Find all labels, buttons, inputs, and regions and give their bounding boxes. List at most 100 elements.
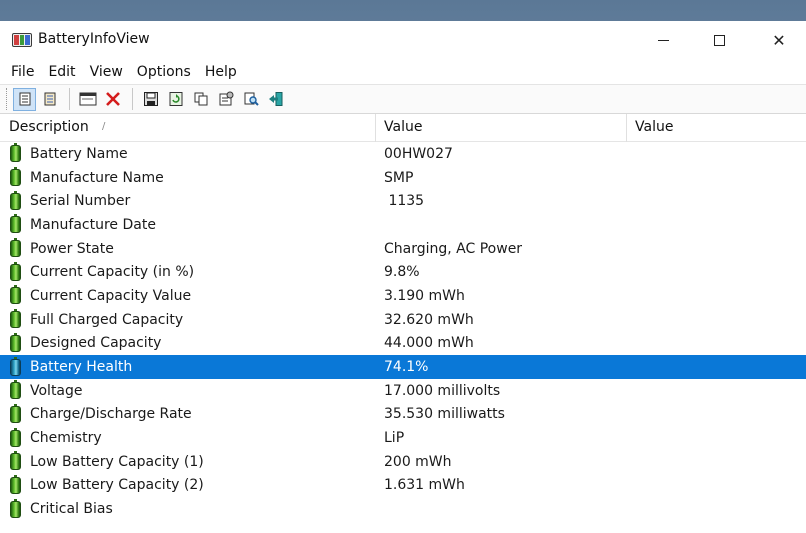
description-cell: Voltage bbox=[0, 380, 376, 400]
description-cell: Critical Bias bbox=[0, 498, 376, 518]
menu-options[interactable]: Options bbox=[130, 64, 198, 80]
value-cell: 44.000 mWh bbox=[384, 335, 474, 352]
value-cell: LiP bbox=[384, 430, 405, 447]
window-title: BatteryInfoView bbox=[38, 31, 150, 47]
description-cell: Charge/Discharge Rate bbox=[0, 403, 376, 423]
delete-button[interactable] bbox=[101, 88, 124, 111]
description-text: Low Battery Capacity (1) bbox=[30, 453, 204, 470]
menu-file[interactable]: File bbox=[4, 64, 41, 80]
description-text: Designed Capacity bbox=[30, 335, 162, 352]
list-item[interactable]: Full Charged Capacity 32.620 mWh bbox=[0, 308, 806, 332]
description-cell: Low Battery Capacity (2) bbox=[0, 474, 376, 494]
list-item[interactable]: Voltage 17.000 millivolts bbox=[0, 379, 806, 403]
html-report-button[interactable] bbox=[38, 88, 61, 111]
battery-icon bbox=[10, 474, 21, 494]
copy-button[interactable] bbox=[189, 88, 212, 111]
list-item[interactable]: Manufacture Date bbox=[0, 213, 806, 237]
copy-icon bbox=[194, 92, 207, 106]
column-header-description[interactable]: Description / bbox=[0, 114, 376, 142]
description-cell: Current Capacity Value bbox=[0, 285, 376, 305]
description-text: Manufacture Date bbox=[30, 216, 156, 233]
list-header: Description / Value Value bbox=[0, 114, 806, 142]
battery-icon bbox=[10, 356, 21, 376]
description-text: Power State bbox=[30, 240, 114, 257]
menu-bar: File Edit View Options Help bbox=[0, 59, 806, 84]
toolbar-grip[interactable] bbox=[6, 88, 9, 110]
battery-icon bbox=[10, 261, 21, 281]
description-cell: Manufacture Name bbox=[0, 167, 376, 187]
list-body: Battery Name 00HW027 Manufacture Name SMP Se… bbox=[0, 142, 806, 521]
value-cell: 32.620 mWh bbox=[384, 311, 474, 328]
list-item[interactable]: Manufacture Name SMP bbox=[0, 166, 806, 190]
list-item[interactable]: Battery Health 74.1% bbox=[0, 355, 806, 379]
description-cell: Power State bbox=[0, 238, 376, 258]
menu-help[interactable]: Help bbox=[198, 64, 244, 80]
battery-icon bbox=[10, 238, 21, 258]
minimize-button[interactable] bbox=[634, 21, 692, 59]
options-button[interactable] bbox=[214, 88, 237, 111]
list-item[interactable]: Power State Charging, AC Power bbox=[0, 237, 806, 261]
description-cell: Designed Capacity bbox=[0, 332, 376, 352]
list-item[interactable]: Charge/Discharge Rate 35.530 milliwatts bbox=[0, 403, 806, 427]
refresh-icon bbox=[169, 92, 182, 106]
value-cell: Charging, AC Power bbox=[384, 240, 523, 257]
value-cell: 3.190 mWh bbox=[384, 287, 465, 304]
value-cell: 9.8% bbox=[384, 264, 420, 281]
value-cell: 1135 bbox=[384, 193, 425, 210]
properties-button[interactable] bbox=[13, 87, 36, 111]
description-cell: Manufacture Date bbox=[0, 214, 376, 234]
description-text: Battery Health bbox=[30, 359, 133, 376]
description-text: Critical Bias bbox=[30, 501, 113, 518]
minimize-icon bbox=[657, 39, 669, 41]
list-item[interactable]: Designed Capacity 44.000 mWh bbox=[0, 332, 806, 356]
refresh-button[interactable] bbox=[164, 88, 187, 111]
list-item[interactable]: Low Battery Capacity (2) 1.631 mWh bbox=[0, 474, 806, 498]
battery-info-list[interactable]: Description / Value Value Battery Name 00… bbox=[0, 114, 806, 521]
window-button[interactable] bbox=[76, 88, 99, 111]
maximize-button[interactable] bbox=[690, 21, 748, 59]
description-text: Serial Number bbox=[30, 193, 131, 210]
battery-icon bbox=[10, 403, 21, 423]
battery-icon bbox=[10, 190, 21, 210]
battery-icon bbox=[10, 214, 21, 234]
title-bar[interactable]: BatteryInfoView ✕ bbox=[0, 21, 806, 59]
list-item[interactable]: Serial Number 1135 bbox=[0, 189, 806, 213]
value-cell: SMP bbox=[384, 169, 414, 186]
menu-edit[interactable]: Edit bbox=[41, 64, 82, 80]
save-button[interactable] bbox=[139, 88, 162, 111]
find-button[interactable] bbox=[239, 88, 262, 111]
list-item[interactable]: Current Capacity Value 3.190 mWh bbox=[0, 284, 806, 308]
description-text: Charge/Discharge Rate bbox=[30, 406, 192, 423]
save-icon bbox=[143, 92, 158, 106]
list-item[interactable]: Battery Name 00HW027 bbox=[0, 142, 806, 166]
column-header-label: Value bbox=[635, 119, 674, 135]
list-item[interactable]: Critical Bias bbox=[0, 497, 806, 521]
list-item[interactable]: Current Capacity (in %) 9.8% bbox=[0, 260, 806, 284]
battery-icon bbox=[10, 285, 21, 305]
maximize-icon bbox=[713, 34, 725, 46]
description-text: Battery Name bbox=[30, 145, 128, 162]
column-header-value[interactable]: Value bbox=[376, 114, 627, 142]
description-text: Voltage bbox=[30, 382, 83, 399]
list-item[interactable]: Chemistry LiP bbox=[0, 426, 806, 450]
description-text: Full Charged Capacity bbox=[30, 311, 184, 328]
battery-icon bbox=[10, 332, 21, 352]
list-item[interactable]: Low Battery Capacity (1) 200 mWh bbox=[0, 450, 806, 474]
battery-icon bbox=[10, 309, 21, 329]
description-cell: Battery Health bbox=[0, 356, 376, 376]
exit-icon bbox=[268, 92, 282, 106]
exit-button[interactable] bbox=[264, 88, 287, 111]
description-cell: Chemistry bbox=[0, 427, 376, 447]
close-button[interactable]: ✕ bbox=[750, 21, 806, 59]
battery-icon bbox=[10, 451, 21, 471]
toolbar bbox=[0, 84, 806, 114]
toolbar-separator bbox=[69, 88, 70, 110]
description-text: Current Capacity (in %) bbox=[30, 264, 195, 281]
battery-icon bbox=[10, 167, 21, 187]
menu-view[interactable]: View bbox=[83, 64, 130, 80]
battery-icon bbox=[10, 380, 21, 400]
value-cell: 00HW027 bbox=[384, 145, 453, 162]
value-cell: 74.1% bbox=[384, 359, 429, 376]
window-icon bbox=[79, 92, 96, 106]
column-header-value-2[interactable]: Value bbox=[627, 114, 806, 142]
